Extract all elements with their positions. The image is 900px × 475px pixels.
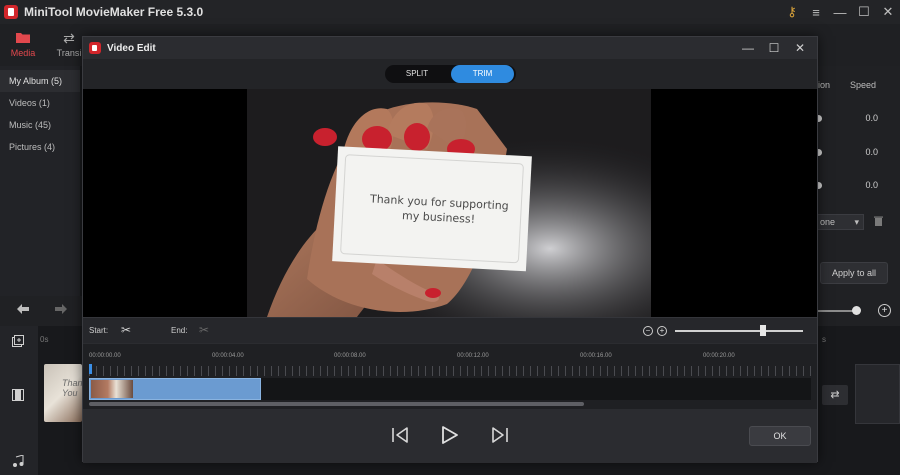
dialog-title: Video Edit	[107, 42, 156, 54]
scissors-start-icon[interactable]: ✂	[121, 323, 131, 337]
dialog-window-controls: — ☐ ✕	[735, 37, 813, 59]
track-head-add	[0, 326, 38, 356]
split-tab[interactable]: SPLIT	[385, 65, 449, 83]
video-frame: Thank you for supporting my business!	[247, 89, 651, 317]
play-icon[interactable]	[437, 423, 461, 447]
ruler-time-4: 00:00:04.00	[212, 353, 244, 359]
trim-controls-bar: Start: ✂ End: ✂ − +	[83, 317, 817, 343]
tool-media[interactable]: Media	[0, 28, 46, 58]
app-root: MiniTool MovieMaker Free 5.3.0 ⚷ ≡ — ☐ ✕…	[0, 0, 900, 475]
video-edit-dialog: Video Edit — ☐ ✕ SPLIT TRIM Thank you fo…	[82, 36, 818, 463]
dialog-maximize-icon[interactable]: ☐	[761, 41, 787, 55]
ruler-time-8: 00:00:08.00	[334, 353, 366, 359]
property-value: 0.0	[865, 113, 878, 123]
app-titlebar: MiniTool MovieMaker Free 5.3.0 ⚷ ≡ — ☐ ✕	[0, 0, 900, 24]
track-head-video	[0, 356, 38, 432]
ruler-ticks	[89, 366, 811, 376]
ruler-time-20: 00:00:20.00	[703, 353, 735, 359]
ruler-time-0: 00:00:00.00	[89, 353, 121, 359]
trash-icon[interactable]	[874, 216, 883, 229]
swap-icon[interactable]: ⇄	[822, 385, 848, 405]
property-value: 0.0	[865, 180, 878, 190]
dialog-logo-icon	[89, 42, 101, 54]
playback-controls: OK	[83, 409, 817, 463]
tool-transition-label: Transi	[56, 48, 82, 58]
mode-bar: SPLIT TRIM	[83, 59, 817, 89]
property-row: 0.0	[815, 179, 900, 193]
sidebar-item-pictures[interactable]: Pictures (4)	[0, 136, 80, 158]
end-label: End:	[171, 326, 188, 335]
tool-media-label: Media	[10, 48, 36, 58]
scissors-end-icon[interactable]: ✂	[199, 323, 209, 337]
add-track-icon[interactable]	[12, 334, 24, 352]
music-note-icon	[12, 454, 24, 472]
ruler-time-16: 00:00:16.00	[580, 353, 612, 359]
film-icon	[12, 388, 24, 406]
mode-toggle: SPLIT TRIM	[385, 65, 516, 83]
menu-icon[interactable]: ≡	[804, 5, 828, 20]
key-icon[interactable]: ⚷	[780, 4, 804, 20]
redo-icon[interactable]	[54, 303, 68, 318]
tab-speed[interactable]: Speed	[850, 80, 876, 90]
dialog-close-icon[interactable]: ✕	[787, 41, 813, 55]
property-row: 0.0	[815, 146, 900, 160]
timeline-zoom-track	[816, 310, 856, 312]
zoom-slider-track	[675, 330, 803, 332]
timeline-clip[interactable]: Thank You	[44, 364, 87, 422]
sidebar-item-music[interactable]: Music (45)	[0, 114, 80, 136]
trim-timeline: 00:00:00.00 00:00:04.00 00:00:08.00 00:0…	[83, 344, 817, 409]
zoom-out-icon[interactable]: −	[643, 326, 653, 336]
clip-strip-thumbnail	[91, 380, 133, 398]
timeline-ruler-label: s	[822, 335, 826, 344]
folder-icon	[0, 28, 46, 48]
media-sidebar: My Album (5) Videos (1) Music (45) Pictu…	[0, 66, 80, 296]
dialog-minimize-icon[interactable]: —	[735, 41, 761, 55]
effect-select[interactable]: one	[818, 214, 864, 230]
zoom-slider-handle[interactable]	[760, 325, 766, 336]
zoom-in-icon[interactable]: +	[657, 326, 667, 336]
start-label: Start:	[89, 326, 109, 335]
apply-to-all-button[interactable]: Apply to all	[820, 262, 888, 284]
undo-icon[interactable]	[16, 303, 30, 318]
timeline-zoom-in-icon[interactable]: +	[878, 304, 891, 317]
timeline-ruler-start: 0s	[40, 335, 49, 344]
video-preview: Thank you for supporting my business!	[83, 89, 817, 317]
playhead[interactable]	[89, 364, 92, 374]
property-value: 0.0	[865, 147, 878, 157]
timeline-side-box	[855, 364, 900, 424]
timeline-zoom-knob[interactable]	[852, 306, 861, 315]
close-icon[interactable]: ✕	[876, 4, 900, 20]
sidebar-item-my-album[interactable]: My Album (5)	[0, 70, 80, 92]
tab-motion[interactable]: ion	[818, 80, 830, 90]
sidebar-item-videos[interactable]: Videos (1)	[0, 92, 80, 114]
trim-tab[interactable]: TRIM	[451, 65, 514, 83]
horizontal-scrollbar[interactable]	[89, 402, 584, 406]
dialog-titlebar: Video Edit — ☐ ✕	[83, 37, 817, 59]
maximize-icon[interactable]: ☐	[852, 4, 876, 20]
minimize-icon[interactable]: —	[828, 5, 852, 20]
previous-frame-icon[interactable]	[389, 423, 413, 447]
ruler-time-12: 00:00:12.00	[457, 353, 489, 359]
track-head-music	[0, 432, 38, 475]
app-logo-icon	[4, 5, 18, 19]
app-title: MiniTool MovieMaker Free 5.3.0	[24, 5, 204, 19]
property-row: 0.0	[815, 112, 900, 126]
app-window-controls: ⚷ ≡ — ☐ ✕	[780, 0, 900, 24]
next-frame-icon[interactable]	[487, 423, 511, 447]
ok-button[interactable]: OK	[749, 426, 811, 446]
